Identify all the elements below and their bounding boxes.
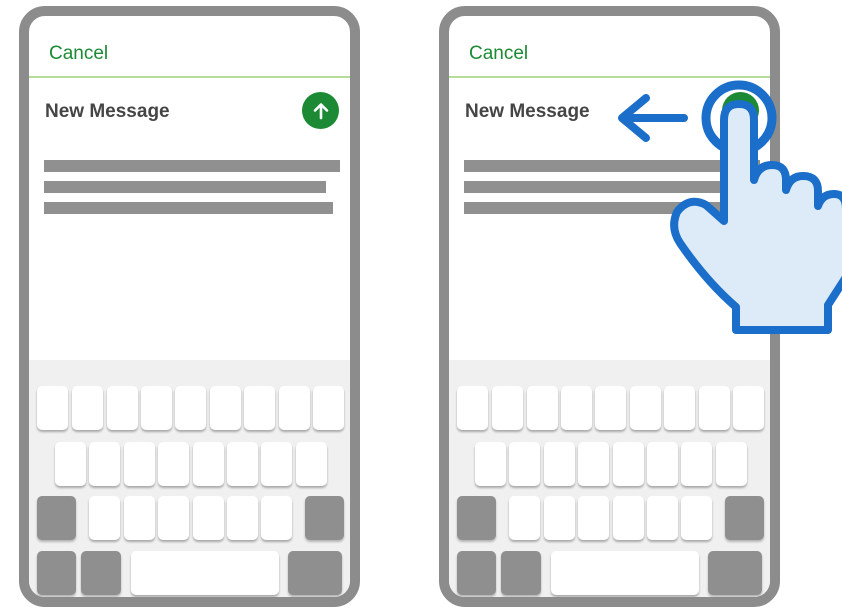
letter-key[interactable] bbox=[716, 442, 747, 486]
up-arrow-icon bbox=[313, 102, 328, 119]
function-key[interactable] bbox=[37, 551, 76, 595]
message-title: New Message bbox=[465, 101, 590, 122]
message-text-line bbox=[464, 181, 746, 193]
function-key[interactable] bbox=[288, 551, 342, 595]
letter-key[interactable] bbox=[72, 386, 103, 430]
cancel-button[interactable]: Cancel bbox=[49, 44, 108, 64]
header-divider bbox=[29, 76, 350, 78]
letter-key[interactable] bbox=[544, 496, 575, 540]
function-key[interactable] bbox=[725, 496, 764, 540]
letter-key[interactable] bbox=[613, 496, 644, 540]
letter-key[interactable] bbox=[681, 442, 712, 486]
function-key[interactable] bbox=[457, 551, 496, 595]
letter-key[interactable] bbox=[296, 442, 327, 486]
letter-key[interactable] bbox=[261, 442, 292, 486]
send-button[interactable] bbox=[722, 92, 759, 129]
letter-key[interactable] bbox=[279, 386, 310, 430]
keyboard bbox=[449, 360, 770, 597]
letter-key[interactable] bbox=[227, 496, 258, 540]
letter-key[interactable] bbox=[699, 386, 730, 430]
letter-key[interactable] bbox=[89, 496, 120, 540]
letter-key[interactable] bbox=[527, 386, 558, 430]
function-key[interactable] bbox=[457, 496, 496, 540]
cancel-button[interactable]: Cancel bbox=[469, 44, 528, 64]
function-key[interactable] bbox=[305, 496, 344, 540]
message-text-line bbox=[44, 202, 333, 214]
message-text-line bbox=[44, 160, 340, 172]
header-divider bbox=[449, 76, 770, 78]
letter-key[interactable] bbox=[193, 442, 224, 486]
message-text-line bbox=[464, 202, 753, 214]
keyboard bbox=[29, 360, 350, 597]
message-text-line bbox=[464, 160, 760, 172]
letter-key[interactable] bbox=[578, 442, 609, 486]
letter-key[interactable] bbox=[158, 442, 189, 486]
letter-key[interactable] bbox=[561, 386, 592, 430]
letter-key[interactable] bbox=[647, 442, 678, 486]
letter-key[interactable] bbox=[313, 386, 344, 430]
function-key[interactable] bbox=[501, 551, 541, 595]
letter-key[interactable] bbox=[193, 496, 224, 540]
letter-key[interactable] bbox=[37, 386, 68, 430]
letter-key[interactable] bbox=[475, 442, 506, 486]
letter-key[interactable] bbox=[595, 386, 626, 430]
phone-before: Cancel New Message bbox=[19, 6, 360, 607]
letter-key[interactable] bbox=[107, 386, 138, 430]
letter-key[interactable] bbox=[578, 496, 609, 540]
letter-key[interactable] bbox=[630, 386, 661, 430]
space-key[interactable] bbox=[131, 551, 279, 595]
message-title: New Message bbox=[45, 101, 170, 122]
letter-key[interactable] bbox=[261, 496, 292, 540]
letter-key[interactable] bbox=[647, 496, 678, 540]
function-key[interactable] bbox=[37, 496, 76, 540]
letter-key[interactable] bbox=[210, 386, 241, 430]
letter-key[interactable] bbox=[227, 442, 258, 486]
space-key[interactable] bbox=[551, 551, 699, 595]
letter-key[interactable] bbox=[664, 386, 695, 430]
phone-after: Cancel New Message bbox=[439, 6, 780, 607]
letter-key[interactable] bbox=[544, 442, 575, 486]
letter-key[interactable] bbox=[492, 386, 523, 430]
letter-key[interactable] bbox=[124, 442, 155, 486]
letter-key[interactable] bbox=[124, 496, 155, 540]
letter-key[interactable] bbox=[244, 386, 275, 430]
letter-key[interactable] bbox=[158, 496, 189, 540]
function-key[interactable] bbox=[708, 551, 762, 595]
letter-key[interactable] bbox=[613, 442, 644, 486]
send-button[interactable] bbox=[302, 92, 339, 129]
message-text-line bbox=[44, 181, 326, 193]
letter-key[interactable] bbox=[141, 386, 172, 430]
letter-key[interactable] bbox=[681, 496, 712, 540]
function-key[interactable] bbox=[81, 551, 121, 595]
letter-key[interactable] bbox=[457, 386, 488, 430]
letter-key[interactable] bbox=[55, 442, 86, 486]
letter-key[interactable] bbox=[89, 442, 120, 486]
letter-key[interactable] bbox=[175, 386, 206, 430]
letter-key[interactable] bbox=[733, 386, 764, 430]
letter-key[interactable] bbox=[509, 496, 540, 540]
up-arrow-icon bbox=[733, 102, 748, 119]
letter-key[interactable] bbox=[509, 442, 540, 486]
